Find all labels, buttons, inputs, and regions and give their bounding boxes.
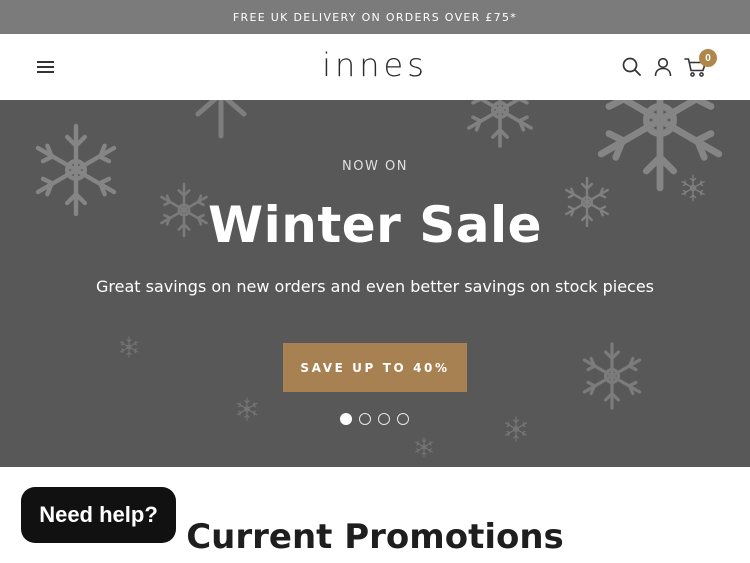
slide-dot-4[interactable] (397, 413, 409, 425)
hero-banner: NOW ON Winter Sale Great savings on new … (0, 100, 750, 467)
site-header: innes (0, 34, 750, 100)
account-icon[interactable] (652, 56, 674, 78)
cart-count-badge: 0 (699, 49, 717, 67)
announcement-bar: FREE UK DELIVERY ON ORDERS OVER £75* (0, 0, 750, 34)
chat-label: Need help? (39, 502, 158, 527)
slide-dot-2[interactable] (359, 413, 371, 425)
search-icon[interactable] (621, 56, 643, 78)
slideshow-pagination (340, 412, 415, 426)
hero-eyebrow: NOW ON (342, 159, 408, 174)
slide-dot-1[interactable] (340, 413, 352, 425)
need-help-chat-button[interactable]: Need help? (21, 487, 176, 543)
announcement-text: FREE UK DELIVERY ON ORDERS OVER £75* (232, 10, 518, 24)
slide-dot-3[interactable] (378, 413, 390, 425)
hero-subtitle: Great savings on new orders and even bet… (95, 277, 655, 296)
save-up-to-40-button[interactable]: SAVE UP TO 40% (283, 343, 467, 392)
hero-title: Winter Sale (207, 196, 543, 254)
